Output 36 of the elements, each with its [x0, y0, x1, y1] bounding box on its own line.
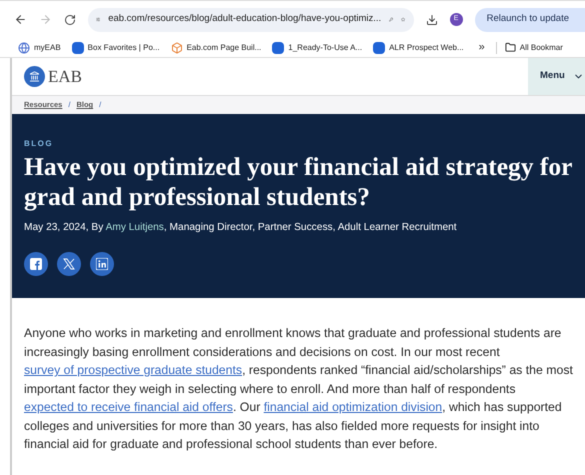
reload-icon[interactable] [64, 14, 76, 26]
article-link[interactable]: financial aid optimization division [264, 400, 442, 414]
author-link[interactable]: Amy Luitjens [106, 222, 164, 233]
all-bookmarks-item[interactable]: All Bookmar [496, 42, 563, 54]
box-icon [72, 42, 84, 54]
bookmark-item[interactable]: Box Favorites | Po... [72, 42, 160, 54]
article-title: Have you optimized your financial aid strategy for grad and professional students? [24, 152, 573, 212]
bookmark-item[interactable]: myEAB [18, 42, 61, 54]
article-paragraph: Anyone who works in marketing and enrollment knows that graduate and professional students are increasingly basing enrollment considerations and decisions on cost. In our most recent survey of prospective graduate students, respondents ranked “financial aid/scholarships” as the most important factor they weigh in selecting where to enroll. And more than half of respondents expected to receive financial aid offers. Our financial aid optimization division, which has supported colleges and universities for more than 30 years, has also fielded more requests for insight into financial aid for graduate and professional school students than ever before. [23, 325, 574, 453]
bookmarks-overflow[interactable]: » [478, 39, 485, 56]
byline: May 23, 2024, By Amy Luitjens, Managing Director, Partner Success, Adult Learner Recruitment [24, 221, 458, 235]
x-logo-icon [63, 258, 75, 270]
relaunch-button[interactable]: Relaunch to update [474, 8, 585, 32]
box-icon [373, 42, 386, 54]
facebook-share-button[interactable] [24, 252, 48, 276]
download-icon[interactable] [426, 14, 438, 26]
globe-icon [18, 42, 30, 54]
bookmark-item[interactable]: Eab.com Page Buil... [170, 42, 262, 54]
linkedin-share-button[interactable] [90, 252, 114, 276]
menu-button[interactable]: Menu [528, 58, 585, 95]
logo-icon[interactable] [24, 66, 45, 87]
address-bar[interactable]: eab.com/resources/blog/adult-education-blog/have-you-optimiz... [88, 8, 414, 32]
logo-text[interactable]: EAB [48, 64, 82, 90]
folder-icon [504, 42, 516, 53]
box-icon [272, 42, 284, 54]
cube-icon [170, 42, 183, 54]
linkedin-logo-icon [96, 258, 108, 270]
bookmark-item[interactable]: 1_Ready-To-Use A... [272, 42, 362, 54]
url-text: eab.com/resources/blog/adult-education-blog/have-you-optimiz... [108, 12, 382, 26]
x-share-button[interactable] [57, 252, 81, 276]
article-link[interactable]: expected to receive financial aid offers [24, 400, 233, 414]
facebook-logo-icon [30, 258, 42, 270]
article-link[interactable]: survey of prospective graduate students [24, 363, 242, 377]
back-icon[interactable] [14, 13, 27, 26]
bookmark-item[interactable]: ALR Prospect Web... [373, 42, 464, 54]
blog-label: BLOG [24, 138, 54, 150]
